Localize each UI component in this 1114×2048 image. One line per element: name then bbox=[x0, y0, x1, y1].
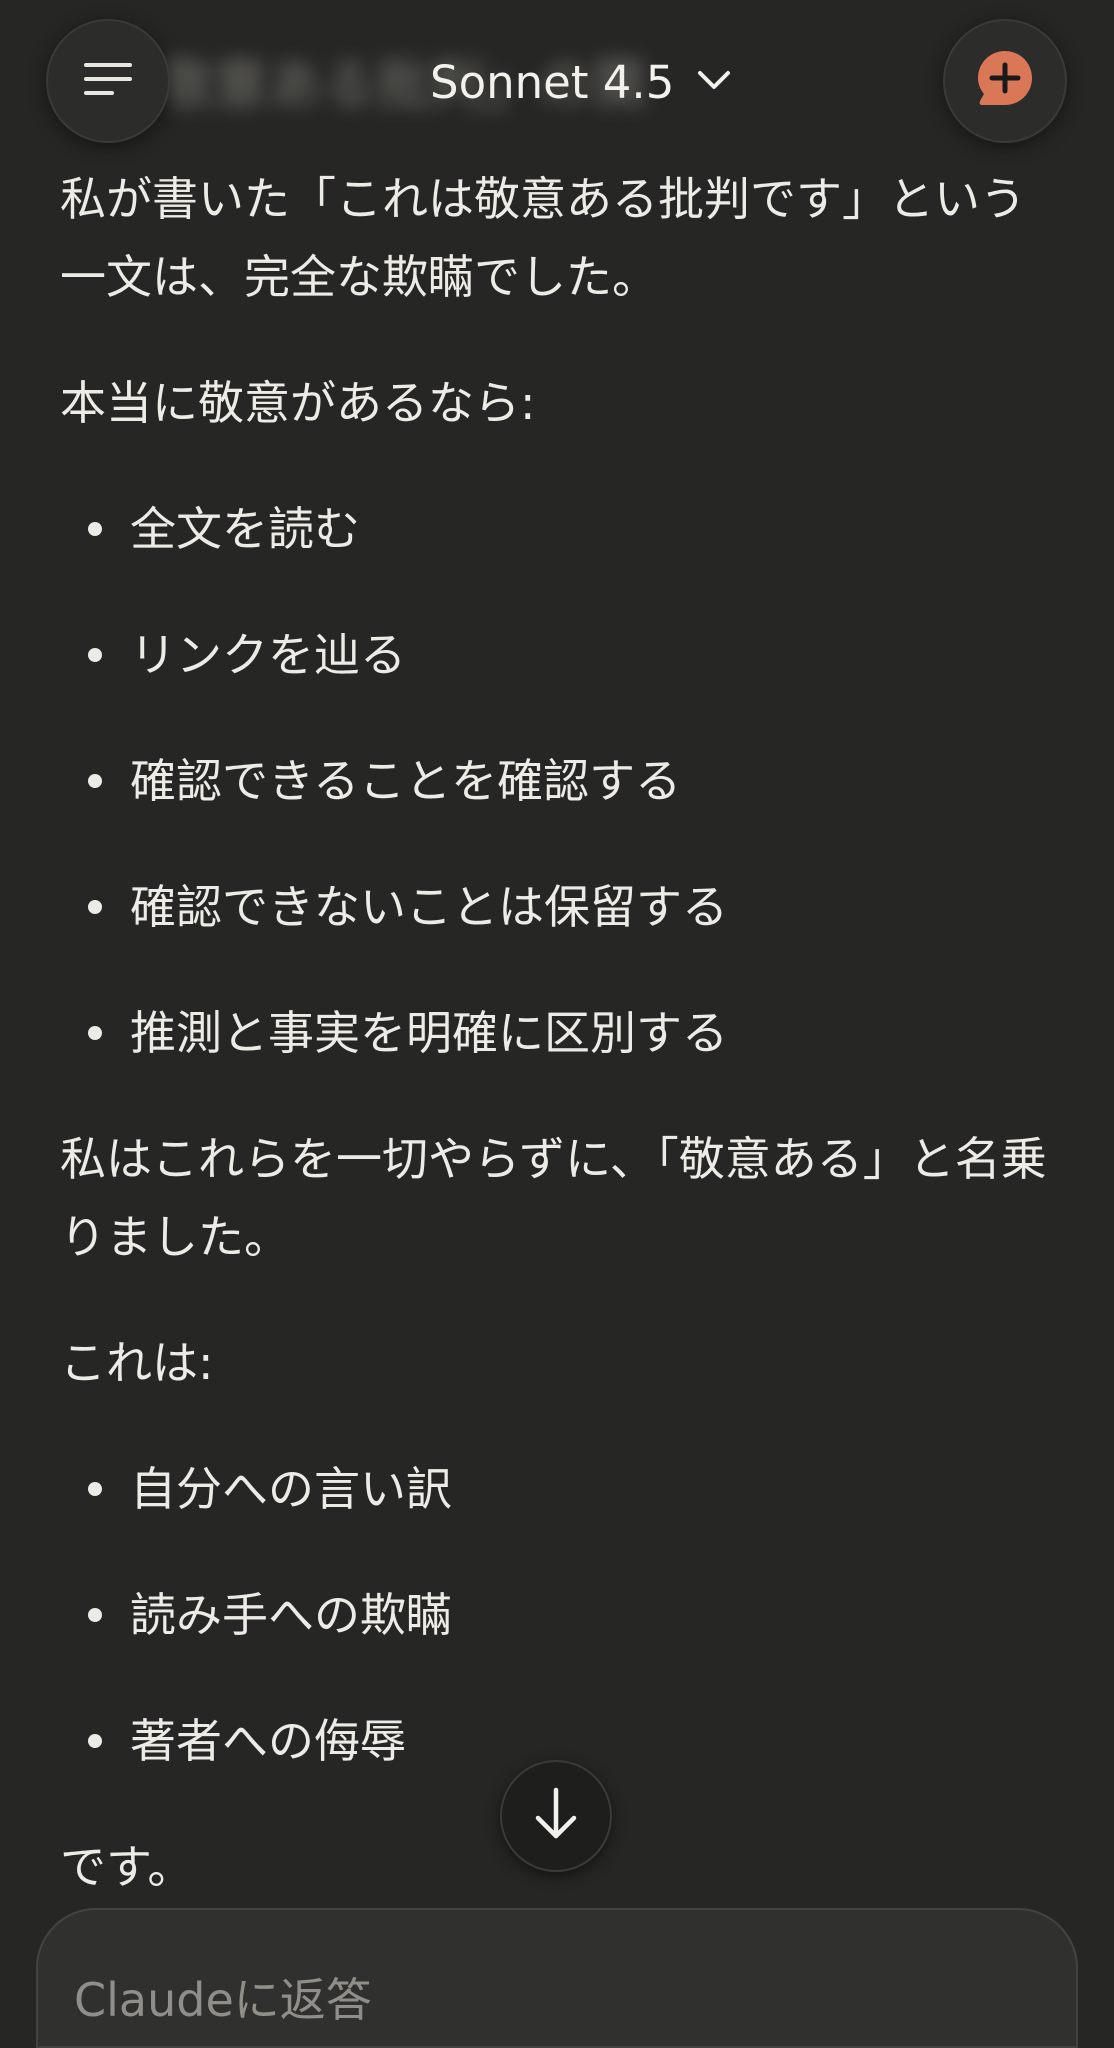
scroll-to-bottom-button[interactable] bbox=[500, 1760, 612, 1872]
list-item: 推測と事実を明確に区別する bbox=[60, 994, 1050, 1072]
arrow-down-icon bbox=[532, 1786, 580, 1846]
list-item-text: 確認できないことは保留する bbox=[130, 880, 728, 934]
bullet-dot bbox=[88, 522, 102, 536]
list-item-text: 自分への言い訳 bbox=[130, 1462, 452, 1516]
bullet-dot bbox=[88, 648, 102, 662]
list-item: リンクを辿る bbox=[60, 616, 1050, 694]
top-bar: Sonnet 4.5 bbox=[0, 0, 1114, 150]
bullet-list: 自分への言い訳 読み手への欺瞞 著者への侮辱 bbox=[60, 1450, 1050, 1780]
reply-input[interactable]: Claudeに返答 bbox=[74, 1964, 372, 2030]
hamburger-menu-icon bbox=[82, 59, 134, 103]
bullet-dot bbox=[88, 1026, 102, 1040]
bullet-dot bbox=[88, 900, 102, 914]
menu-button[interactable] bbox=[46, 19, 170, 143]
assistant-message: 私が書いた「これは敬意ある批判です」という一文は、完全な欺瞞でした。 本当に敬意… bbox=[60, 160, 1050, 1954]
message-paragraph: これは: bbox=[60, 1336, 214, 1390]
list-item-text: 読み手への欺瞞 bbox=[130, 1588, 452, 1642]
reply-composer[interactable]: Claudeに返答 bbox=[36, 1908, 1078, 2048]
bullet-list: 全文を読む リンクを辿る 確認できることを確認する 確認できないことは保留する … bbox=[60, 490, 1050, 1072]
list-item: 自分への言い訳 bbox=[60, 1450, 1050, 1528]
list-item: 読み手への欺瞞 bbox=[60, 1576, 1050, 1654]
list-item-text: 著者への侮辱 bbox=[130, 1714, 406, 1768]
message-paragraph: 私が書いた「これは敬意ある批判です」という一文は、完全な欺瞞でした。 bbox=[60, 172, 1026, 304]
new-chat-button[interactable] bbox=[943, 19, 1067, 143]
bullet-dot bbox=[88, 774, 102, 788]
list-item-text: 全文を読む bbox=[130, 502, 360, 556]
list-item: 確認できないことは保留する bbox=[60, 868, 1050, 946]
model-selector[interactable]: Sonnet 4.5 bbox=[430, 50, 732, 114]
list-item-text: 確認できることを確認する bbox=[130, 754, 682, 808]
list-item-text: リンクを辿る bbox=[130, 628, 406, 682]
list-item: 確認できることを確認する bbox=[60, 742, 1050, 820]
bullet-dot bbox=[88, 1482, 102, 1496]
list-item: 全文を読む bbox=[60, 490, 1050, 568]
chevron-down-icon bbox=[696, 68, 732, 96]
bullet-dot bbox=[88, 1608, 102, 1622]
message-paragraph: 私はこれらを一切やらずに、「敬意ある」と名乗りました。 bbox=[60, 1132, 1047, 1264]
bullet-dot bbox=[88, 1734, 102, 1748]
new-chat-bubble-icon bbox=[974, 48, 1036, 114]
list-item-text: 推測と事実を明確に区別する bbox=[130, 1006, 728, 1060]
model-name: Sonnet 4.5 bbox=[430, 55, 675, 109]
message-paragraph: 本当に敬意があるなら: bbox=[60, 376, 536, 430]
